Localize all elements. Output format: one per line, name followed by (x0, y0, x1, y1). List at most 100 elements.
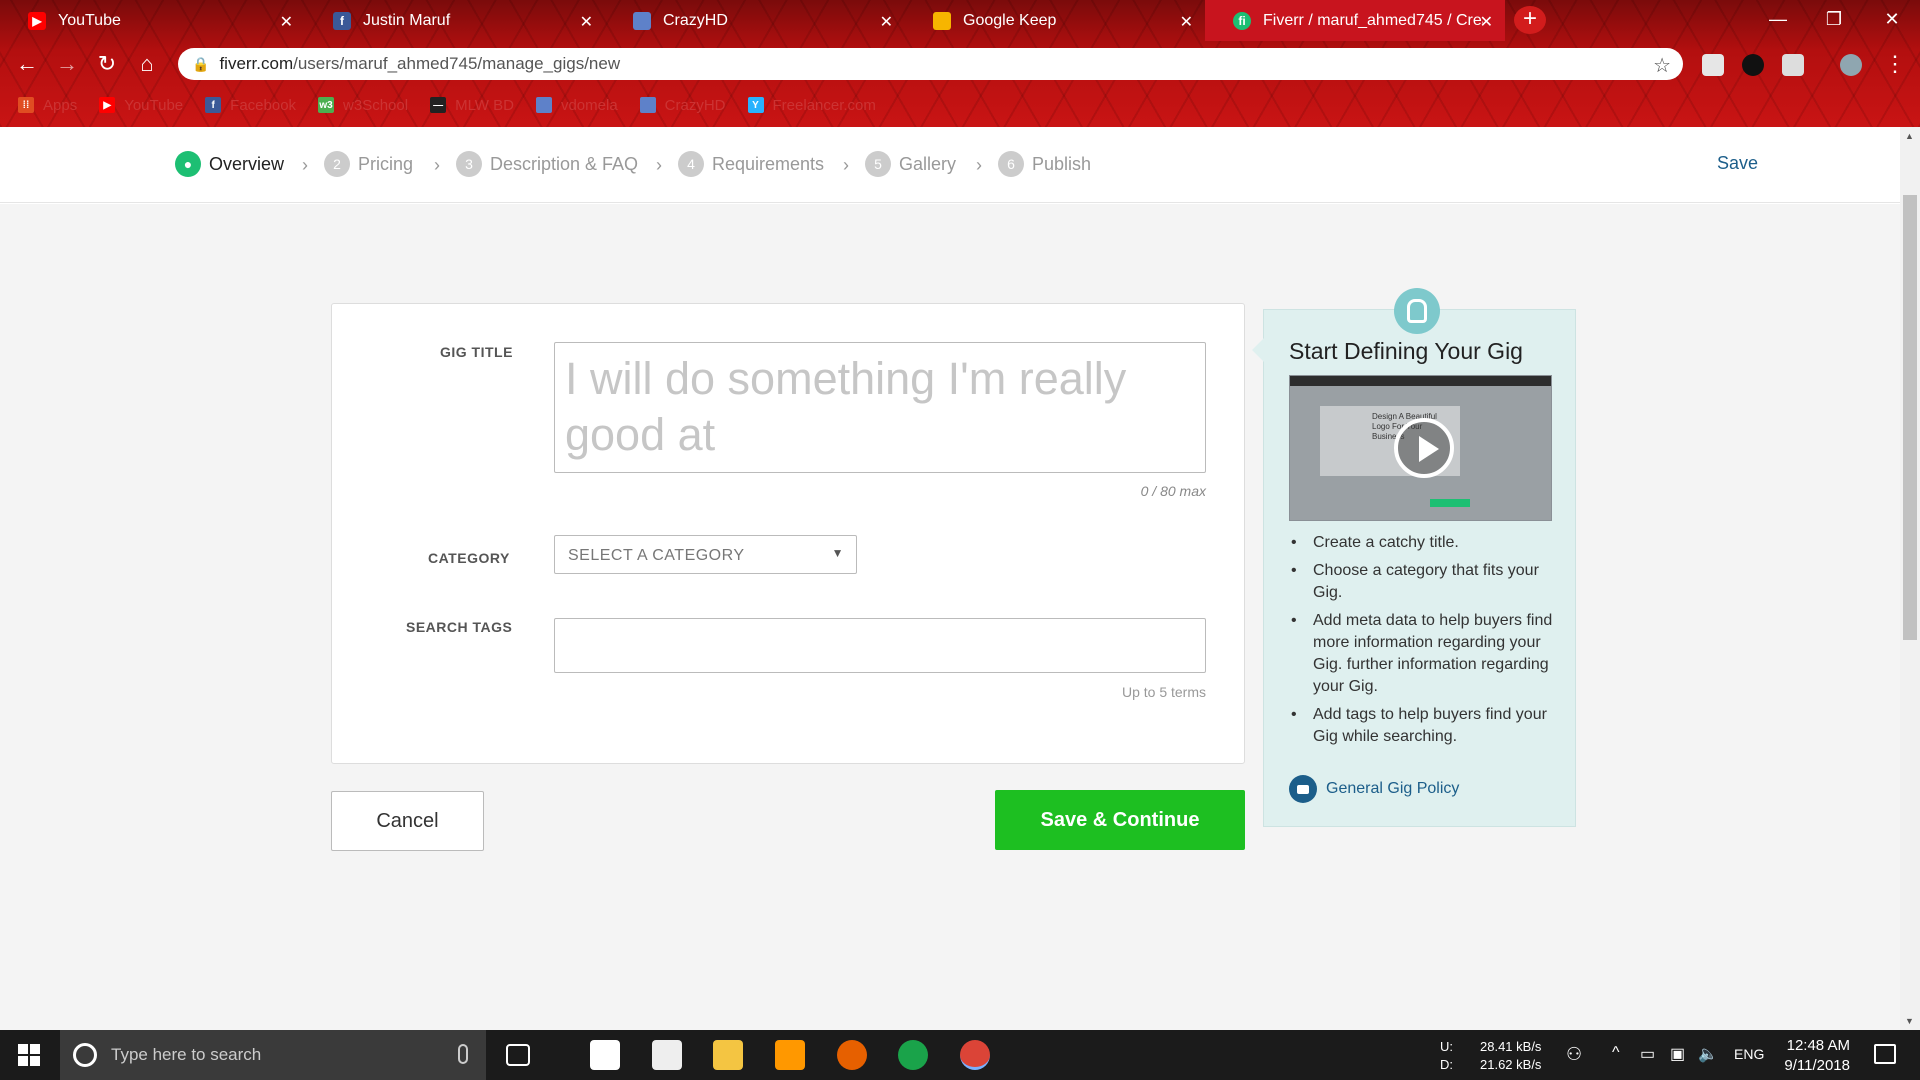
extension-icon[interactable] (1742, 54, 1764, 76)
tab-youtube[interactable]: ▶ YouTube ✕ (0, 0, 305, 41)
bookmark-facebook[interactable]: f Facebook (205, 97, 296, 114)
store-icon[interactable] (590, 1040, 620, 1070)
step-overview[interactable]: ● Overview (175, 151, 284, 177)
youtube-icon: ▶ (28, 11, 46, 30)
vertical-scrollbar[interactable]: ▲ ▼ (1900, 127, 1920, 1030)
scroll-down-icon[interactable]: ▼ (1905, 1016, 1914, 1026)
tutorial-video[interactable]: Design A Beautiful Logo For Your Busines… (1289, 375, 1552, 521)
volume-icon[interactable]: 🔈 (1698, 1044, 1718, 1064)
net-up-label: U: (1440, 1039, 1453, 1054)
tab-facebook[interactable]: f Justin Maruf ✕ (305, 0, 605, 41)
close-tab-icon[interactable]: ✕ (1180, 12, 1193, 32)
gig-title-counter: 0 / 80 max (1140, 483, 1206, 499)
chevron-right-icon: › (843, 155, 849, 175)
chevron-up-icon[interactable]: ^ (1612, 1044, 1620, 1062)
language-indicator[interactable]: ENG (1734, 1046, 1764, 1062)
keep-extension-icon[interactable] (1782, 54, 1804, 76)
bookmarks-bar: ⁞⁞ Apps ▶ YouTube f Facebook w3 w3School — ML… (0, 88, 1920, 122)
lightbulb-icon (1394, 288, 1440, 334)
notification-center-icon[interactable] (1874, 1044, 1896, 1064)
battery-icon[interactable]: ▭ (1640, 1044, 1655, 1064)
windows-start-button[interactable] (18, 1044, 40, 1066)
extension-icon[interactable] (1702, 54, 1724, 76)
taskbar-search[interactable]: Type here to search (60, 1030, 486, 1080)
step-publish[interactable]: 6 Publish (998, 151, 1091, 177)
general-gig-policy-link[interactable]: General Gig Policy (1289, 775, 1459, 803)
chevron-right-icon: › (656, 155, 662, 175)
close-tab-icon[interactable]: ✕ (580, 12, 593, 32)
bookmark-youtube[interactable]: ▶ YouTube (99, 97, 183, 114)
location-pin-icon: ● (175, 151, 201, 177)
bookmark-mlw-bd[interactable]: — MLW BD (430, 97, 514, 114)
forward-button[interactable]: → (54, 51, 80, 77)
network-icon[interactable]: ▣ (1670, 1044, 1685, 1064)
save-continue-button[interactable]: Save & Continue (995, 790, 1245, 850)
play-icon[interactable] (1394, 418, 1454, 478)
lock-icon: 🔒 (192, 55, 210, 72)
mlw-icon: — (430, 97, 447, 113)
menu-kebab-icon[interactable]: ⋮ (1882, 51, 1908, 77)
step-description-faq[interactable]: 3 Description & FAQ (456, 151, 638, 177)
address-bar[interactable]: 🔒 fiverr.com/users/maruf_ahmed745/manage… (178, 48, 1683, 80)
file-explorer-icon[interactable] (713, 1040, 743, 1070)
back-button[interactable]: ← (14, 51, 40, 77)
tip-item: Add tags to help buyers find your Gig wh… (1289, 704, 1559, 748)
w3school-icon: w3 (318, 97, 335, 113)
step-pricing[interactable]: 2 Pricing (324, 151, 413, 177)
tab-title: Justin Maruf (363, 11, 451, 29)
freelancer-icon: Y (747, 97, 764, 113)
tab-title: Fiverr / maruf_ahmed745 / Creat (1263, 11, 1483, 29)
search-tags-input[interactable] (554, 618, 1206, 673)
task-view-icon[interactable] (506, 1044, 530, 1066)
clock-date: 9/11/2018 (1784, 1057, 1850, 1074)
document-icon (639, 97, 656, 113)
clock[interactable]: 12:48 AM 9/11/2018 (1784, 1036, 1850, 1076)
bookmark-vdomela[interactable]: vdomela (535, 97, 618, 114)
microphone-icon[interactable] (458, 1044, 468, 1064)
tip-item: Add meta data to help buyers find more i… (1289, 610, 1559, 698)
mail-icon[interactable] (652, 1040, 682, 1070)
profile-avatar[interactable] (1840, 54, 1862, 76)
tab-google-keep[interactable]: Google Keep ✕ (905, 0, 1205, 41)
close-window-button[interactable]: ✕ (1864, 0, 1920, 41)
gig-steps-nav: ● Overview › 2 Pricing › 3 Description &… (0, 127, 1900, 203)
scroll-up-icon[interactable]: ▲ (1905, 131, 1914, 141)
facebook-icon: f (205, 97, 222, 113)
bookmark-crazyhd[interactable]: CrazyHD (639, 97, 726, 114)
bookmark-star-icon[interactable]: ☆ (1653, 53, 1671, 78)
minimize-button[interactable]: — (1750, 0, 1806, 41)
sublime-text-icon[interactable] (775, 1040, 805, 1070)
scrollbar-thumb[interactable] (1903, 195, 1917, 640)
tab-fiverr[interactable]: fi Fiverr / maruf_ahmed745 / Creat ✕ (1205, 0, 1505, 41)
video-green-button (1430, 499, 1470, 507)
caret-down-icon: ▼ (831, 546, 844, 560)
reload-button[interactable]: ↻ (94, 51, 120, 77)
save-link[interactable]: Save (1717, 153, 1758, 174)
firefox-icon[interactable] (837, 1040, 867, 1070)
category-select[interactable]: SELECT A CATEGORY ▼ (554, 535, 857, 574)
facebook-icon: f (333, 11, 351, 30)
youtube-icon: ▶ (99, 97, 116, 113)
new-tab-button[interactable]: + (1514, 6, 1546, 34)
step-requirements[interactable]: 4 Requirements (678, 151, 824, 177)
tab-crazyhd[interactable]: CrazyHD ✕ (605, 0, 905, 41)
chrome-icon[interactable] (960, 1040, 990, 1070)
tip-title: Start Defining Your Gig (1289, 338, 1523, 364)
close-tab-icon[interactable]: ✕ (880, 12, 893, 32)
close-tab-icon[interactable]: ✕ (280, 12, 293, 32)
people-icon[interactable]: ⚇ (1566, 1044, 1582, 1065)
close-tab-icon[interactable]: ✕ (1480, 12, 1493, 32)
utorrent-icon[interactable] (898, 1040, 928, 1070)
document-icon (633, 11, 651, 30)
restore-button[interactable]: ❐ (1806, 0, 1862, 41)
step-gallery[interactable]: 5 Gallery (865, 151, 956, 177)
cancel-button[interactable]: Cancel (331, 791, 484, 851)
gig-title-input[interactable]: I will do something I'm really good at (554, 342, 1206, 473)
bookmark-apps[interactable]: ⁞⁞ Apps (18, 97, 77, 114)
search-tags-note: Up to 5 terms (1121, 684, 1206, 700)
bookmark-w3school[interactable]: w3 w3School (318, 97, 408, 114)
gig-overview-form: GIG TITLE I will do something I'm really… (331, 303, 1245, 764)
bookmark-freelancer[interactable]: Y Freelancer.com (747, 97, 876, 114)
home-button[interactable]: ⌂ (134, 51, 160, 77)
net-up-speed: 28.41 kB/s (1480, 1039, 1542, 1054)
